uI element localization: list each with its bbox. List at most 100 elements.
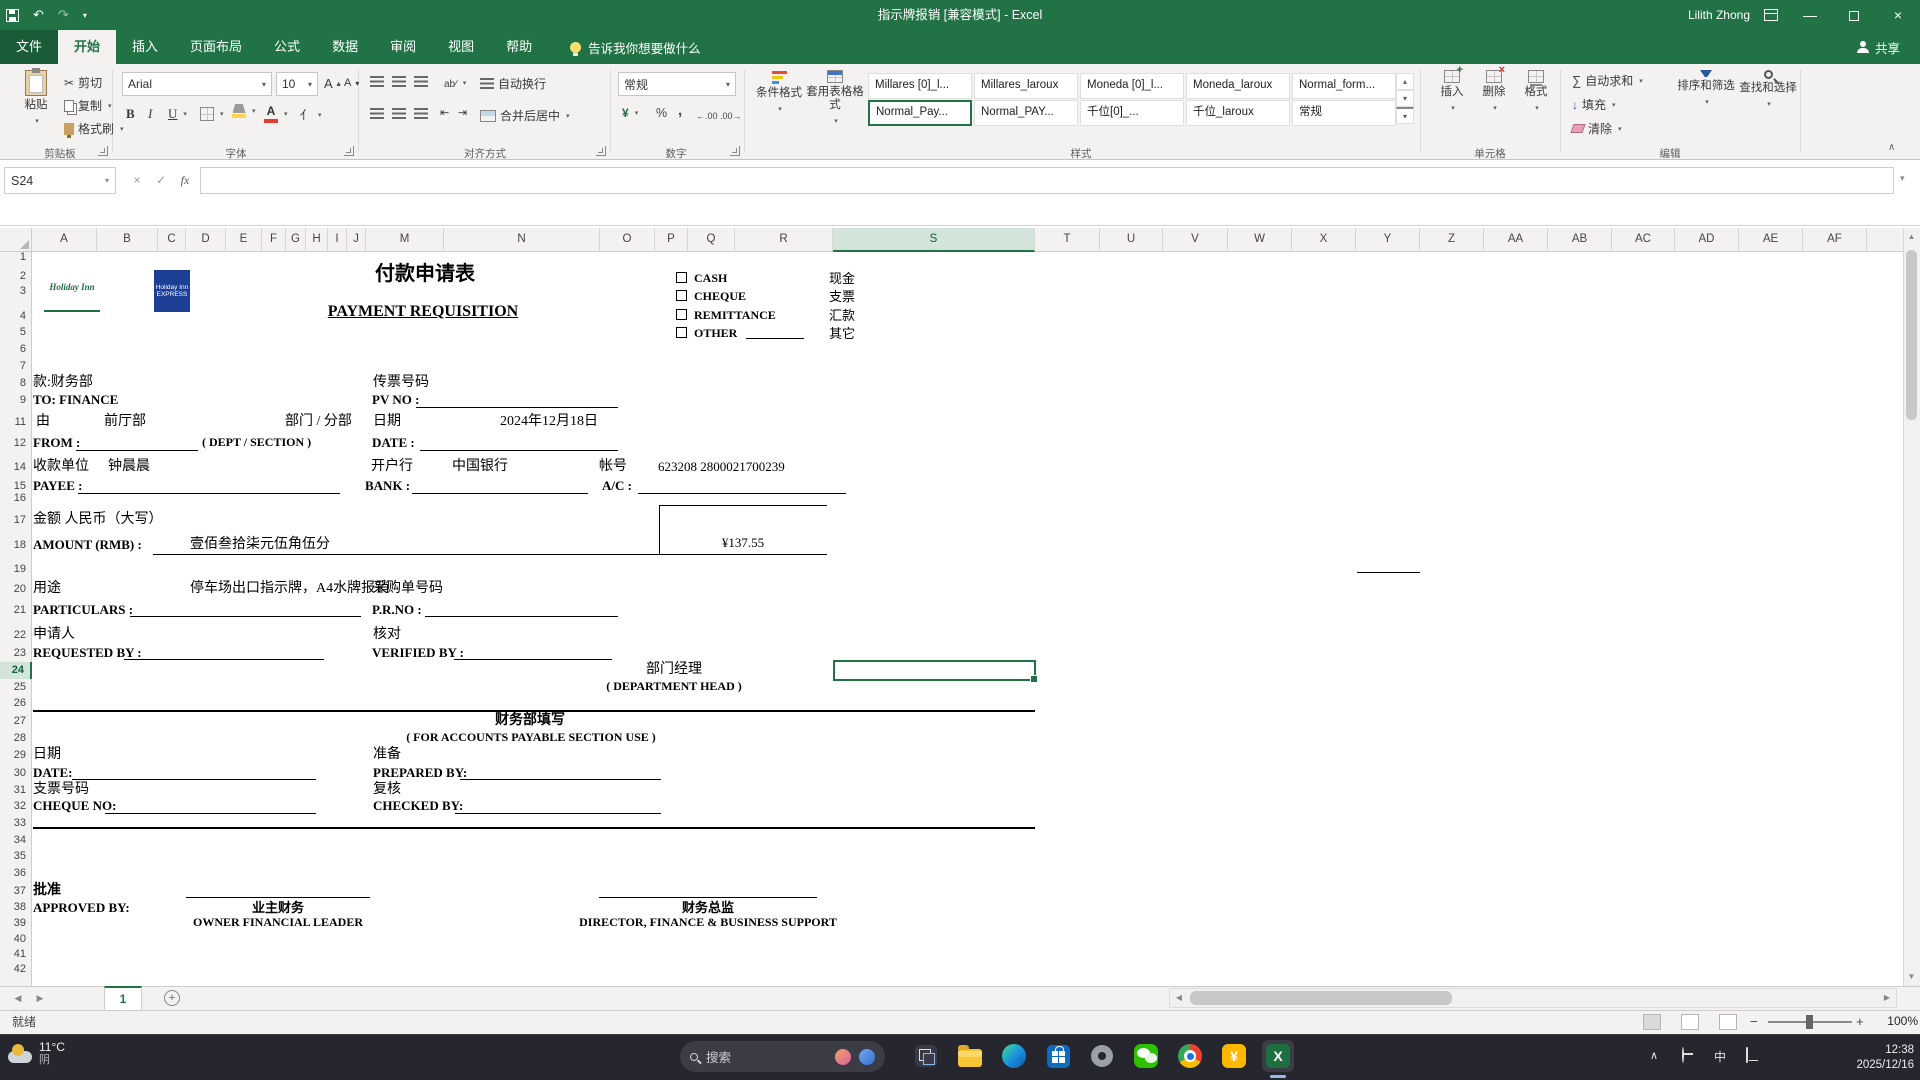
name-box[interactable]: S24 xyxy=(4,167,116,194)
style-chip[interactable]: Moneda [0]_l... xyxy=(1080,73,1184,99)
percent-style-button[interactable] xyxy=(656,106,667,120)
page-layout-view-button[interactable] xyxy=(1681,1014,1699,1030)
column-header-S[interactable]: S xyxy=(833,228,1035,252)
decrease-indent-button[interactable]: ⇤ xyxy=(440,106,449,119)
row-header-39[interactable]: 39 xyxy=(0,915,32,932)
gallery-down-icon[interactable]: ▾ xyxy=(1396,90,1414,107)
task-view-button[interactable] xyxy=(910,1040,942,1072)
cash-checkbox[interactable] xyxy=(676,272,687,283)
alignment-dialog-launcher[interactable] xyxy=(596,146,606,156)
share-button[interactable]: 共享 xyxy=(1856,30,1920,64)
align-right-button[interactable] xyxy=(414,108,428,119)
ribbon-tab-帮助[interactable]: 帮助 xyxy=(490,30,548,64)
column-header-Y[interactable]: Y xyxy=(1356,228,1420,252)
column-header-V[interactable]: V xyxy=(1163,228,1228,252)
row-header-24[interactable]: 24 xyxy=(0,662,32,679)
chrome-button[interactable] xyxy=(1174,1040,1206,1072)
row-header-17[interactable]: 17 xyxy=(0,512,32,529)
row-header-38[interactable]: 38 xyxy=(0,899,32,916)
fill-color-button[interactable] xyxy=(232,104,256,118)
column-header-D[interactable]: D xyxy=(186,228,226,252)
row-header-30[interactable]: 30 xyxy=(0,765,32,782)
add-sheet-button[interactable]: + xyxy=(164,990,180,1006)
column-header-I[interactable]: I xyxy=(328,228,347,252)
column-header-B[interactable]: B xyxy=(97,228,158,252)
insert-cells-button[interactable]: 插入 xyxy=(1432,64,1472,115)
zoom-out-button[interactable]: − xyxy=(1750,1010,1758,1033)
column-header-AE[interactable]: AE xyxy=(1739,228,1803,252)
tray-chevron-button[interactable] xyxy=(1650,1048,1658,1062)
horizontal-scroll-thumb[interactable] xyxy=(1190,991,1452,1005)
column-header-T[interactable]: T xyxy=(1035,228,1100,252)
increase-indent-button[interactable]: ⇥ xyxy=(458,106,467,119)
store-button[interactable] xyxy=(1042,1040,1074,1072)
style-chip[interactable]: Moneda_laroux xyxy=(1186,73,1290,99)
row-header-12[interactable]: 12 xyxy=(0,435,32,452)
row-header-22[interactable]: 22 xyxy=(0,627,32,644)
column-header-W[interactable]: W xyxy=(1228,228,1292,252)
cheque-checkbox[interactable] xyxy=(676,290,687,301)
row-header-21[interactable]: 21 xyxy=(0,602,32,619)
settings-button[interactable] xyxy=(1086,1040,1118,1072)
restore-button[interactable] xyxy=(1832,0,1876,30)
row-header-20[interactable]: 20 xyxy=(0,581,32,598)
zoom-level[interactable]: 100% xyxy=(1874,1010,1918,1033)
zoom-slider-thumb[interactable] xyxy=(1806,1015,1813,1029)
find-select-button[interactable]: 查找和选择 xyxy=(1738,70,1798,111)
ribbon-tab-页面布局[interactable]: 页面布局 xyxy=(174,30,258,64)
scroll-right-icon[interactable]: ▶ xyxy=(1878,988,1896,1008)
insert-function-icon[interactable]: fx xyxy=(174,167,196,194)
row-header-26[interactable]: 26 xyxy=(0,695,32,712)
row-header-7[interactable]: 7 xyxy=(0,358,32,375)
style-chip[interactable]: Millares_laroux xyxy=(974,73,1078,99)
column-header-R[interactable]: R xyxy=(735,228,833,252)
column-header-H[interactable]: H xyxy=(306,228,328,252)
style-chip[interactable]: 千位[0]_... xyxy=(1080,100,1184,126)
row-header-27[interactable]: 27 xyxy=(0,713,32,730)
increase-decimal-button[interactable] xyxy=(696,108,718,122)
style-chip[interactable]: 常规 xyxy=(1292,100,1396,126)
column-header-AB[interactable]: AB xyxy=(1548,228,1612,252)
network-button[interactable] xyxy=(1682,1047,1684,1063)
row-header-4[interactable]: 4 xyxy=(0,308,32,325)
column-header-M[interactable]: M xyxy=(366,228,444,252)
copy-button[interactable]: 复制 xyxy=(64,97,112,114)
row-header-36[interactable]: 36 xyxy=(0,865,32,882)
style-chip[interactable]: Millares [0]_l... xyxy=(868,73,972,99)
column-header-E[interactable]: E xyxy=(226,228,262,252)
edge-button[interactable] xyxy=(998,1040,1030,1072)
phonetic-guide-button[interactable] xyxy=(300,106,322,123)
touch-keyboard-button[interactable] xyxy=(1746,1047,1748,1063)
number-format-combo[interactable]: 常规 xyxy=(618,72,736,96)
gallery-more-icon[interactable]: ▾ xyxy=(1396,107,1414,124)
row-header-23[interactable]: 23 xyxy=(0,645,32,662)
page-break-view-button[interactable] xyxy=(1719,1014,1737,1030)
column-header-G[interactable]: G xyxy=(286,228,306,252)
clear-button[interactable]: 清除 xyxy=(1570,120,1622,137)
autosum-button[interactable]: 自动求和 xyxy=(1572,72,1643,89)
comma-style-button[interactable] xyxy=(678,102,682,119)
wrap-text-button[interactable]: 自动换行 xyxy=(480,75,546,92)
column-header-F[interactable]: F xyxy=(262,228,286,252)
enter-entry-icon[interactable]: ✓ xyxy=(150,167,172,194)
format-painter-button[interactable]: 格式刷 xyxy=(64,120,124,138)
scroll-down-icon[interactable]: ▼ xyxy=(1903,968,1920,986)
column-header-Z[interactable]: Z xyxy=(1420,228,1484,252)
font-dialog-launcher[interactable] xyxy=(344,146,354,156)
remittance-checkbox[interactable] xyxy=(676,309,687,320)
vertical-scroll-thumb[interactable] xyxy=(1906,250,1917,420)
accounting-format-button[interactable] xyxy=(622,106,638,120)
column-header-A[interactable]: A xyxy=(32,228,97,252)
file-explorer-button[interactable] xyxy=(954,1040,986,1072)
sheet-tab-1[interactable]: 1 xyxy=(104,986,142,1010)
row-header-6[interactable]: 6 xyxy=(0,341,32,358)
grow-font-button[interactable]: A ▴ xyxy=(324,76,341,91)
normal-view-button[interactable] xyxy=(1643,1014,1661,1030)
payment-app-button[interactable] xyxy=(1218,1040,1250,1072)
delete-cells-button[interactable]: 删除 xyxy=(1474,64,1514,115)
taskbar-clock[interactable]: 12:38 2025/12/16 xyxy=(1824,1043,1914,1073)
row-header-35[interactable]: 35 xyxy=(0,848,32,865)
number-dialog-launcher[interactable] xyxy=(730,146,740,156)
row-header-8[interactable]: 8 xyxy=(0,375,32,392)
font-name-combo[interactable]: Arial xyxy=(122,72,272,96)
